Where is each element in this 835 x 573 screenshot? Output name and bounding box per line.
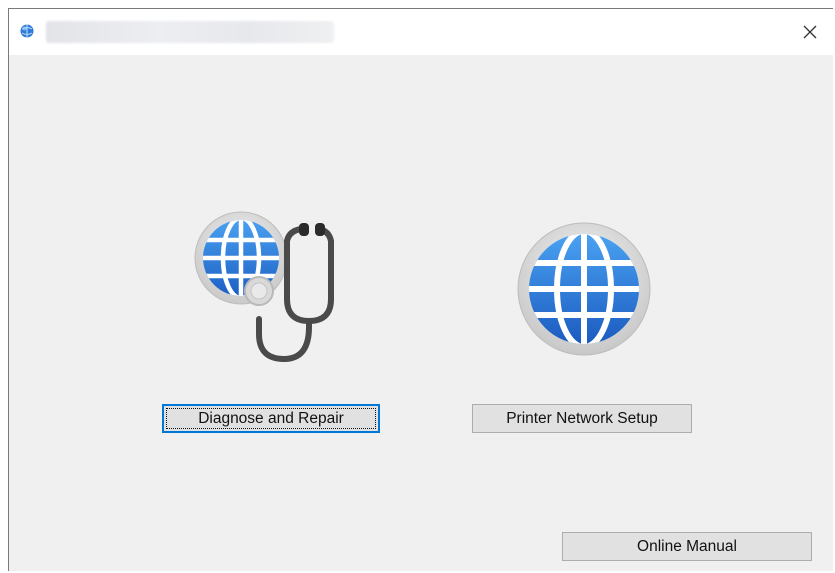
window-title: [46, 21, 334, 43]
app-globe-icon: [20, 24, 34, 38]
title-bar[interactable]: [9, 9, 833, 55]
close-button[interactable]: [787, 9, 833, 55]
app-window: Diagnose and Repair Printer Network Setu…: [8, 8, 833, 571]
globe-icon[interactable]: [514, 219, 654, 359]
stethoscope-globe-icon[interactable]: [189, 209, 359, 374]
online-manual-button[interactable]: Online Manual: [562, 532, 812, 561]
diagnose-and-repair-button[interactable]: Diagnose and Repair: [162, 404, 380, 433]
printer-network-setup-button[interactable]: Printer Network Setup: [472, 404, 692, 433]
close-icon: [803, 25, 817, 39]
